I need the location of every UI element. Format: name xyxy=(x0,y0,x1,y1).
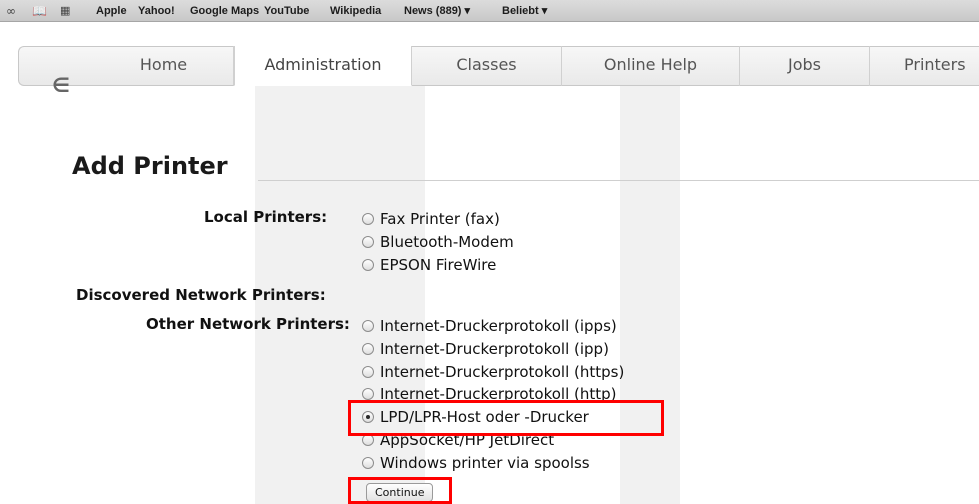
printer-option[interactable]: Internet-Druckerprotokoll (ipp) xyxy=(362,339,609,359)
printer-option-label: Internet-Druckerprotokoll (ipps) xyxy=(380,317,617,335)
discovered-network-printers-label: Discovered Network Printers: xyxy=(76,286,326,304)
printer-option-label: EPSON FireWire xyxy=(380,256,497,274)
printer-option-label: Windows printer via spoolss xyxy=(380,454,590,472)
local-printers-label: Local Printers: xyxy=(204,208,328,226)
printer-option[interactable]: Internet-Druckerprotokoll (https) xyxy=(362,362,624,382)
tab-printers[interactable]: Printers xyxy=(870,46,979,86)
printer-option-label: Internet-Druckerprotokoll (https) xyxy=(380,363,625,381)
printer-option-label: Bluetooth-Modem xyxy=(380,233,514,251)
printer-option[interactable]: EPSON FireWire xyxy=(362,255,496,275)
bookmark-apple[interactable]: Apple xyxy=(96,4,127,18)
bookmark-beliebt-folder[interactable]: Beliebt ▾ xyxy=(502,4,547,18)
printer-option[interactable]: Fax Printer (fax) xyxy=(362,209,500,229)
printer-option[interactable]: Bluetooth-Modem xyxy=(362,232,514,252)
highlight-selected-option xyxy=(348,400,664,436)
printer-option-label: Internet-Druckerprotokoll (ipp) xyxy=(380,340,609,358)
radio-button[interactable] xyxy=(362,259,374,271)
bookmarks-bar: ∞ 📖 ▦ Apple Yahoo! Google Maps YouTube W… xyxy=(0,0,979,22)
radio-button[interactable] xyxy=(362,388,374,400)
radio-button[interactable] xyxy=(362,366,374,378)
radio-button[interactable] xyxy=(362,236,374,248)
bookmarks-book-icon[interactable]: 📖 xyxy=(32,4,47,18)
bookmark-wikipedia[interactable]: Wikipedia xyxy=(330,4,381,18)
bookmark-news-folder[interactable]: News (889) ▾ xyxy=(404,4,470,18)
bookmark-google-maps[interactable]: Google Maps xyxy=(190,4,259,18)
top-sites-grid-icon[interactable]: ▦ xyxy=(60,4,70,18)
radio-button[interactable] xyxy=(362,213,374,225)
tab-jobs[interactable]: Jobs xyxy=(740,46,870,86)
tab-administration[interactable]: Administration xyxy=(234,46,412,86)
printer-option-label: Fax Printer (fax) xyxy=(380,210,500,228)
bookmark-youtube[interactable]: YouTube xyxy=(264,4,309,18)
other-network-printers-label: Other Network Printers: xyxy=(146,315,350,333)
bookmark-yahoo[interactable]: Yahoo! xyxy=(138,4,175,18)
tab-online-help[interactable]: Online Help xyxy=(562,46,740,86)
title-rule xyxy=(258,180,979,181)
reading-list-icon[interactable]: ∞ xyxy=(6,4,16,18)
highlight-continue-button xyxy=(348,477,452,504)
printer-option[interactable]: Windows printer via spoolss xyxy=(362,453,590,473)
tab-home[interactable]: Home xyxy=(94,46,234,86)
radio-button[interactable] xyxy=(362,457,374,469)
nav-bar: ∈ Home Administration Classes Online Hel… xyxy=(0,22,979,95)
radio-button[interactable] xyxy=(362,320,374,332)
page-title: Add Printer xyxy=(72,152,228,180)
background-stripe xyxy=(620,84,680,504)
tab-classes[interactable]: Classes xyxy=(412,46,562,86)
cups-logo-icon[interactable]: ∈ xyxy=(52,75,70,95)
printer-option[interactable]: Internet-Druckerprotokoll (ipps) xyxy=(362,316,617,336)
radio-button[interactable] xyxy=(362,343,374,355)
